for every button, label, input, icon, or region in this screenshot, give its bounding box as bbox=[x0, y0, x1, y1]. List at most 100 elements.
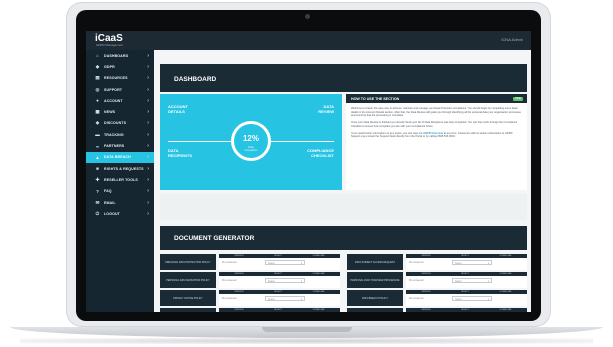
lock-icon: ■ bbox=[96, 166, 99, 172]
question-icon: ? bbox=[96, 188, 99, 194]
document-form-header: VERSION SELECT DOWNLOAD bbox=[219, 308, 340, 312]
chevron-right-icon: › bbox=[147, 131, 149, 138]
chevron-down-icon: ▾ bbox=[487, 280, 489, 283]
document-form: VERSIONSELECTDOWNLOADPre-screenedSelect▾ bbox=[219, 308, 340, 312]
sidebar-item-tracking[interactable]: ▬ TRACKING › bbox=[86, 129, 154, 140]
column-header: SELECT bbox=[274, 291, 282, 293]
stats-panel: ACCOUNT DETAILS DATA REVIEW DATA RECIPIENTS… bbox=[160, 94, 342, 190]
column-header: VERSION bbox=[421, 255, 431, 257]
document-select[interactable]: Select ▾ bbox=[265, 278, 305, 283]
column-header: DOWNLOAD bbox=[312, 291, 325, 293]
column-header: DOWNLOAD bbox=[499, 291, 512, 293]
chevron-right-icon: › bbox=[147, 86, 149, 93]
spacer-panel bbox=[160, 194, 527, 220]
column-header: VERSION bbox=[421, 273, 431, 275]
chevron-right-icon: › bbox=[147, 199, 149, 206]
sidebar-item-dashboard[interactable]: ⌂ DASHBOARD › bbox=[86, 50, 154, 61]
sidebar-item-label: SUPPORT bbox=[104, 87, 123, 92]
document-form-header: VERSION SELECT DOWNLOAD bbox=[406, 308, 527, 312]
select-value: Select bbox=[268, 280, 275, 283]
column-header: SELECT bbox=[461, 273, 469, 275]
how-to-paragraph-2: Once your Data Review is finished you sh… bbox=[351, 121, 518, 128]
sidebar-item-reseller-tools[interactable]: ✚ RESELLER TOOLS › bbox=[86, 174, 154, 185]
document-select[interactable]: Select ▾ bbox=[452, 278, 492, 283]
sidebar-item-rights-requests[interactable]: ■ RIGHTS & REQUESTS › bbox=[86, 163, 154, 174]
document-row: PERSONAL DATA PROTECTION POLICY VERSION SE… bbox=[160, 254, 340, 270]
version-value: Pre-screened bbox=[222, 261, 237, 264]
compliance-checklist-link[interactable]: COMPLIANCE CHECKLIST bbox=[307, 148, 334, 158]
document-row: PRIVACY NOTICEVERSIONSELECTDOWNLOADPre-s… bbox=[160, 308, 340, 312]
how-to-panel: HOW TO USE THE SECTION HIDE Welcome to i… bbox=[346, 94, 527, 190]
column-header: VERSION bbox=[234, 291, 244, 293]
select-value: Select bbox=[268, 262, 275, 265]
completion-percent: 12% bbox=[242, 134, 259, 143]
document-row: PERSONAL DATA RETENTION POLICY VERSION SEL… bbox=[160, 272, 340, 288]
document-form: VERSIONSELECTDOWNLOADPre-screenedSelect▾ bbox=[406, 254, 527, 270]
document-form: VERSIONSELECTDOWNLOAD Pre-screened Select▾ bbox=[219, 272, 340, 288]
sidebar-item-discounts[interactable]: ◈ DISCOUNTS › bbox=[86, 118, 154, 129]
chevron-right-icon: › bbox=[147, 63, 149, 70]
page-title: DASHBOARD bbox=[174, 76, 217, 83]
document-generator-header: DOCUMENT GENERATOR bbox=[160, 226, 527, 250]
top-bar: iCaaS GDPR Management ICNA Admin bbox=[86, 31, 531, 50]
chevron-right-icon: › bbox=[147, 154, 149, 161]
main-content: DASHBOARD ACCOUNT DETAILS DATA REVIEW DATA… bbox=[154, 50, 531, 312]
document-form: VERSIONSELECTDOWNLOADPre-screenedSelect▾ bbox=[406, 308, 527, 312]
how-to-title: HOW TO USE THE SECTION bbox=[351, 97, 400, 101]
column-header: DOWNLOAD bbox=[312, 309, 325, 311]
document-row: PRIVACY FOR EMPLOYEES DOCUMENTATIONVERSI… bbox=[347, 308, 527, 312]
document-generator-title: DOCUMENT GENERATOR bbox=[174, 235, 255, 242]
document-form-header: VERSION SELECT DOWNLOAD bbox=[219, 272, 340, 276]
document-row: PRIVACY NOTICE POLICY VERSION SELECT DOWNLO… bbox=[160, 290, 340, 306]
document-row: DATA BREACH POLICY VERSION SELECT DOWNLOAD P… bbox=[347, 290, 527, 306]
chevron-down-icon: ▾ bbox=[300, 298, 302, 301]
sidebar-item-news[interactable]: ▦ NEWS › bbox=[86, 106, 154, 117]
logout-icon: ⏻ bbox=[95, 211, 100, 217]
document-select[interactable]: Select ▾ bbox=[265, 260, 305, 265]
version-value: Pre-screened bbox=[222, 279, 237, 282]
column-header: DOWNLOAD bbox=[499, 309, 512, 311]
sidebar-item-resources[interactable]: ▤ RESOURCES › bbox=[86, 73, 154, 84]
user-name[interactable]: ICNA Admin bbox=[501, 37, 523, 42]
chevron-down-icon: ▾ bbox=[487, 298, 489, 301]
document-select[interactable]: Select ▾ bbox=[452, 260, 492, 265]
column-header: SELECT bbox=[274, 309, 282, 311]
laptop-notch bbox=[262, 327, 352, 332]
chevron-down-icon: ▾ bbox=[300, 262, 302, 265]
document-select[interactable]: Select ▾ bbox=[452, 296, 492, 301]
account-details-link[interactable]: ACCOUNT DETAILS bbox=[168, 104, 188, 114]
sidebar-item-data-breach[interactable]: ▲ DATA BREACH › bbox=[86, 151, 154, 163]
document-row: PERSONAL DATA TRANSFER PROCEDURE VERSION S… bbox=[347, 272, 527, 288]
document-name: DATA SUBJECT ACCESS REQUEST bbox=[347, 254, 403, 270]
document-form: VERSIONSELECTDOWNLOADPre-screenedSelect▾ bbox=[219, 290, 340, 306]
column-header: DOWNLOAD bbox=[312, 273, 325, 275]
data-recipients-link[interactable]: DATA RECIPIENTS bbox=[168, 148, 192, 158]
app-screen: iCaaS GDPR Management ICNA Admin ⌂ DASHBO… bbox=[86, 31, 531, 312]
chevron-down-icon: ▾ bbox=[487, 262, 489, 265]
how-to-paragraph-3: If you need further information on any t… bbox=[351, 132, 522, 139]
version-value: Pre-screened bbox=[409, 261, 424, 264]
sidebar-item-partners[interactable]: ∞ PARTNERS › bbox=[86, 140, 154, 151]
user-icon: ● bbox=[96, 98, 99, 104]
data-review-link[interactable]: DATA REVIEW bbox=[318, 104, 334, 114]
laptop-shadow bbox=[20, 338, 593, 344]
document-form: VERSIONSELECTDOWNLOADPre-screenedSelect▾ bbox=[219, 254, 340, 270]
hide-button[interactable]: HIDE bbox=[513, 96, 523, 101]
sidebar-item-faq[interactable]: ? FAQ › bbox=[86, 186, 154, 197]
document-select[interactable]: Select ▾ bbox=[265, 296, 305, 301]
sidebar-item-support[interactable]: ◎ SUPPORT › bbox=[86, 84, 154, 95]
sidebar-item-email[interactable]: ✉ EMAIL › bbox=[86, 197, 154, 208]
sidebar-item-account[interactable]: ● ACCOUNT › bbox=[86, 95, 154, 106]
handshake-icon: ∞ bbox=[95, 143, 100, 149]
sidebar-item-logout[interactable]: ⏻ LOGOUT › bbox=[86, 208, 154, 219]
document-form-header: VERSION SELECT DOWNLOAD bbox=[219, 290, 340, 294]
column-header: VERSION bbox=[234, 309, 244, 311]
shield-icon: ◆ bbox=[95, 63, 100, 69]
how-to-body: Welcome to iCaaS, the easy way to achiev… bbox=[351, 107, 522, 142]
completion-ring: 12% Data Completion bbox=[231, 121, 271, 161]
dashboard-header: DASHBOARD bbox=[160, 64, 527, 92]
mail-icon: ✉ bbox=[95, 199, 100, 205]
chevron-right-icon: › bbox=[147, 109, 149, 116]
sidebar-item-gdpr[interactable]: ◆ GDPR › bbox=[86, 61, 154, 72]
sidebar-item-label: NEWS bbox=[104, 110, 116, 115]
